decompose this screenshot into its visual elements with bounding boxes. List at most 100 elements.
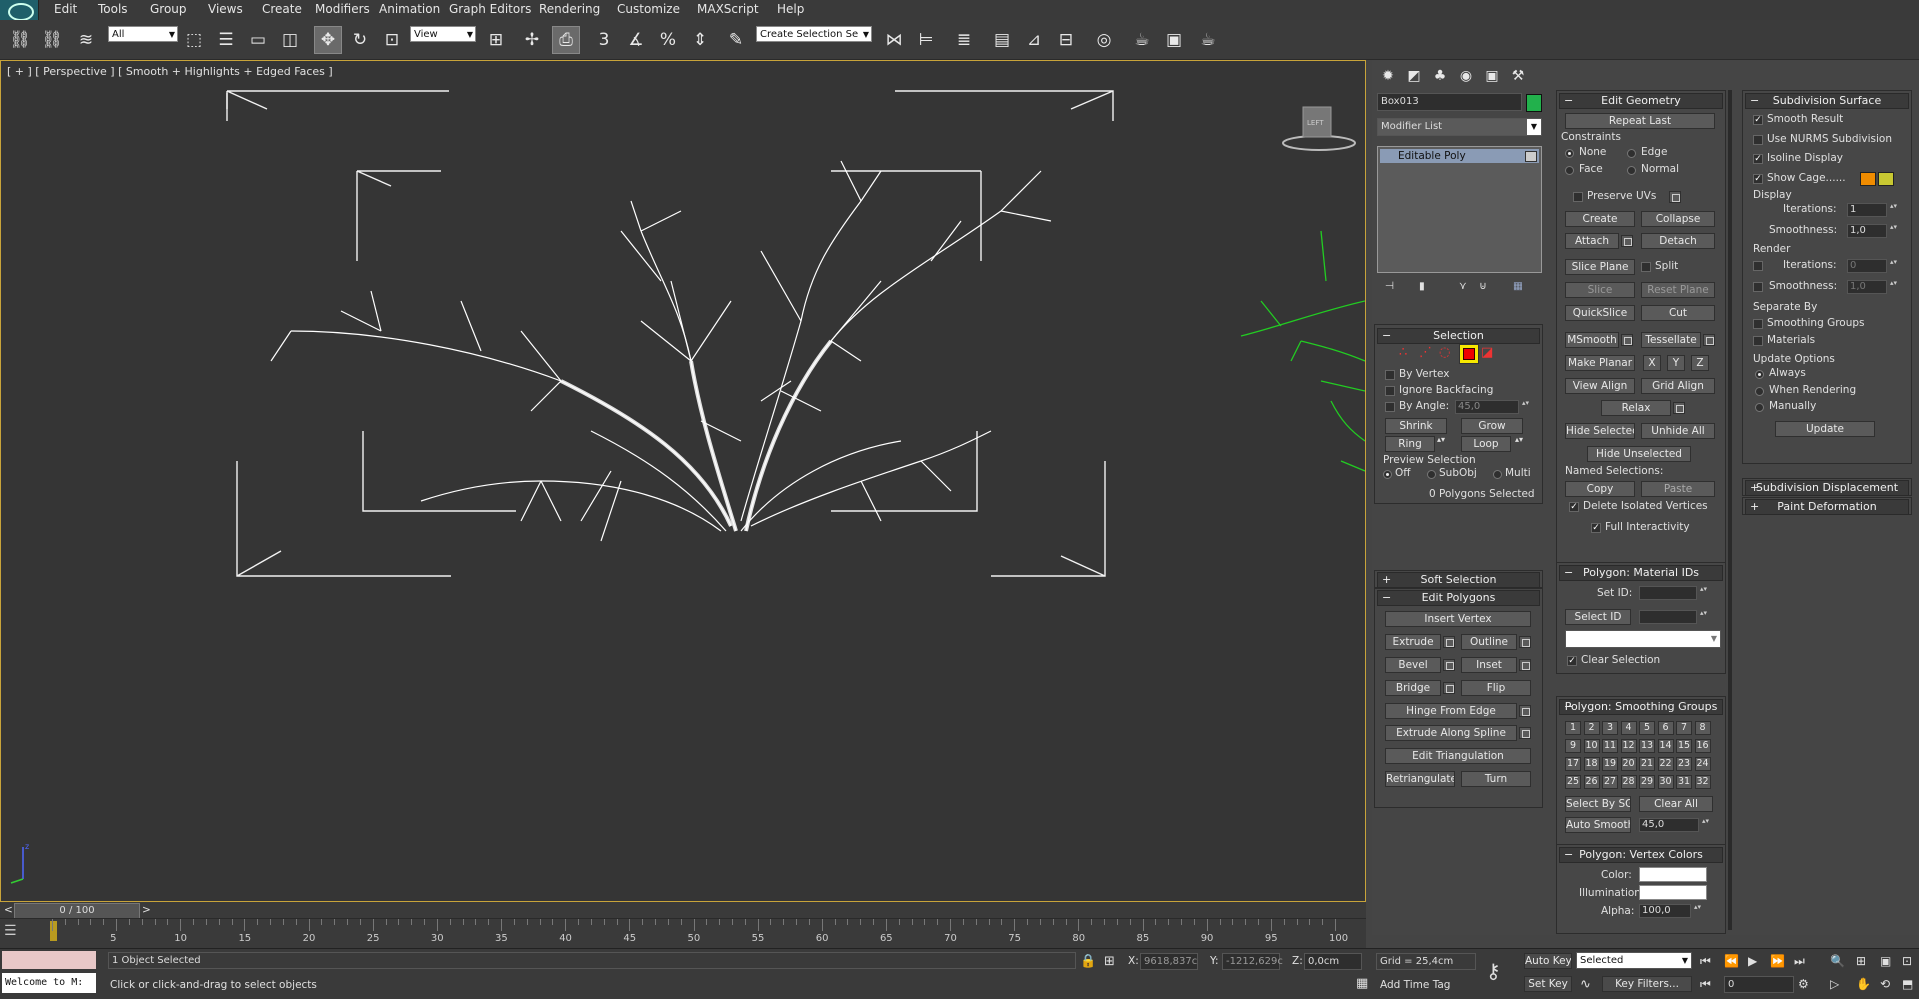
time-tag-icon[interactable]: ▦ <box>1356 976 1368 991</box>
menu-edit[interactable]: Edit <box>54 2 77 16</box>
go-to-end-icon[interactable]: ⏭ <box>1794 954 1805 969</box>
previous-frame-icon[interactable]: ⏪ <box>1724 954 1739 968</box>
select-link-icon[interactable]: ⛓ <box>6 26 34 54</box>
zoom-icon[interactable]: 🔍 <box>1830 954 1845 968</box>
keyboard-shortcut-override-icon[interactable]: ⎙ <box>552 26 580 54</box>
select-by-sg-button[interactable]: Select By SG <box>1565 796 1631 812</box>
modify-tab-icon[interactable]: ◩ <box>1400 62 1428 90</box>
align-icon[interactable]: ⊨ <box>912 26 940 54</box>
insert-vertex-button[interactable]: Insert Vertex <box>1385 611 1531 627</box>
rectangular-selection-icon[interactable]: ▭ <box>244 26 272 54</box>
repeat-last-button[interactable]: Repeat Last <box>1565 113 1715 129</box>
edit-geometry-header[interactable]: − Edit Geometry <box>1559 93 1723 109</box>
select-id-spinner[interactable] <box>1639 610 1708 624</box>
smoothing-group-button[interactable]: 19 <box>1602 757 1618 771</box>
display-iterations-spinner[interactable]: 1 <box>1847 203 1898 217</box>
edge-mode-icon[interactable]: ⋰ <box>1419 345 1432 360</box>
planar-z-button[interactable]: Z <box>1691 355 1709 371</box>
configure-modifier-sets-icon[interactable]: ▦ <box>1513 280 1523 292</box>
z-coordinate-field[interactable]: 0,0cm <box>1304 953 1362 970</box>
hierarchy-tab-icon[interactable]: ♣ <box>1426 62 1454 90</box>
update-always-radio[interactable] <box>1755 370 1764 379</box>
select-scale-icon[interactable]: ⊡ <box>378 26 406 54</box>
snaps-toggle-icon[interactable]: 3 <box>590 26 618 54</box>
cage-selection-color-swatch[interactable] <box>1878 172 1894 186</box>
collapse-button[interactable]: Collapse <box>1641 211 1715 227</box>
menu-customize[interactable]: Customize <box>617 2 680 16</box>
smoothing-group-button[interactable]: 9 <box>1565 739 1581 753</box>
update-when-rendering-radio[interactable] <box>1755 387 1764 396</box>
inset-settings-icon[interactable] <box>1519 659 1531 671</box>
show-cage-checkbox[interactable]: ✓ <box>1753 174 1763 184</box>
select-move-icon[interactable]: ✥ <box>314 26 342 54</box>
unlink-icon[interactable]: ⛓ <box>38 26 66 54</box>
menu-maxscript[interactable]: MAXScript <box>697 2 759 16</box>
by-vertex-checkbox[interactable] <box>1385 370 1395 380</box>
flip-button[interactable]: Flip <box>1461 680 1531 696</box>
spinner-snap-icon[interactable]: ⇕ <box>686 26 714 54</box>
menu-tools[interactable]: Tools <box>98 2 128 16</box>
display-tab-icon[interactable]: ▣ <box>1478 62 1506 90</box>
bridge-settings-icon[interactable] <box>1443 682 1455 694</box>
field-of-view-icon[interactable]: ▷ <box>1830 977 1839 991</box>
select-rotate-icon[interactable]: ↻ <box>346 26 374 54</box>
material-name-dropdown[interactable]: ▼ <box>1565 630 1721 648</box>
time-slider[interactable]: < 0 / 100 > <box>0 902 1366 919</box>
window-crossing-icon[interactable]: ◫ <box>276 26 304 54</box>
constraint-edge-radio[interactable] <box>1627 149 1636 158</box>
turn-button[interactable]: Turn <box>1461 771 1531 787</box>
constraint-normal-radio[interactable] <box>1627 166 1636 175</box>
msmooth-button[interactable]: MSmooth <box>1565 332 1619 348</box>
menu-views[interactable]: Views <box>208 2 243 16</box>
vertex-color-swatch[interactable] <box>1639 867 1707 882</box>
constraint-none-radio[interactable] <box>1565 149 1574 158</box>
orbit-icon[interactable]: ⟲ <box>1880 977 1890 991</box>
mini-curve-editor-icon[interactable]: ☰ <box>4 923 32 943</box>
extrude-settings-icon[interactable] <box>1443 636 1455 648</box>
inset-button[interactable]: Inset <box>1461 657 1517 673</box>
edit-triangulation-button[interactable]: Edit Triangulation <box>1385 748 1531 764</box>
cage-color-swatch[interactable] <box>1860 172 1876 186</box>
preview-off-radio[interactable] <box>1383 470 1392 479</box>
current-frame-field[interactable]: 0 <box>1724 976 1794 993</box>
render-iterations-spinner[interactable]: 0 <box>1847 259 1898 273</box>
select-object-icon[interactable]: ⬚ <box>180 26 208 54</box>
key-filters-button[interactable]: Key Filters... <box>1602 976 1692 992</box>
create-button[interactable]: Create <box>1565 211 1635 227</box>
relax-settings-icon[interactable] <box>1673 402 1685 414</box>
clear-selection-checkbox[interactable]: ✓ <box>1567 656 1577 666</box>
vertex-mode-icon[interactable]: ∴ <box>1399 345 1407 360</box>
slice-plane-button[interactable]: Slice Plane <box>1565 259 1635 275</box>
bevel-settings-icon[interactable] <box>1443 659 1455 671</box>
mirror-icon[interactable]: ⋈ <box>880 26 908 54</box>
panel-scrollbar[interactable] <box>1728 90 1732 930</box>
view-align-button[interactable]: View Align <box>1565 378 1635 394</box>
key-mode-toggle-icon[interactable]: ⏮ <box>1700 977 1711 992</box>
separate-smoothing-groups-checkbox[interactable] <box>1753 319 1763 329</box>
paint-deformation-header[interactable]: + Paint Deformation <box>1745 499 1909 515</box>
smoothing-group-button[interactable]: 31 <box>1676 775 1692 789</box>
play-icon[interactable]: ▶ <box>1748 954 1757 968</box>
curve-editor-icon[interactable]: ⊿ <box>1020 26 1048 54</box>
ring-button[interactable]: Ring <box>1385 436 1435 452</box>
utilities-tab-icon[interactable]: ⚒ <box>1504 62 1532 90</box>
vertex-colors-header[interactable]: − Polygon: Vertex Colors <box>1559 847 1723 863</box>
object-name-field[interactable]: Box013 <box>1377 93 1522 111</box>
smooth-result-checkbox[interactable]: ✓ <box>1753 115 1763 125</box>
ignore-backfacing-checkbox[interactable] <box>1385 386 1395 396</box>
auto-smooth-button[interactable]: Auto Smooth <box>1565 817 1631 833</box>
key-filters-curve-icon[interactable]: ∿ <box>1580 977 1591 992</box>
key-selection-dropdown[interactable]: Selected ▼ <box>1576 952 1692 969</box>
soft-selection-header[interactable]: + Soft Selection <box>1377 572 1540 588</box>
pin-stack-icon[interactable]: ⊣ <box>1385 280 1394 292</box>
make-planar-button[interactable]: Make Planar <box>1565 355 1635 371</box>
maxscript-mini-listener[interactable]: Welcome to M: <box>2 973 96 993</box>
select-id-button[interactable]: Select ID <box>1565 609 1631 625</box>
set-key-button[interactable]: Set Key <box>1524 976 1572 992</box>
maxscript-listener-top[interactable] <box>2 951 96 969</box>
menu-graph-editors[interactable]: Graph Editors <box>449 2 531 16</box>
go-to-start-icon[interactable]: ⏮ <box>1700 954 1711 969</box>
zoom-all-icon[interactable]: ⊞ <box>1856 954 1866 968</box>
render-smoothness-spinner[interactable]: 1,0 <box>1847 280 1898 294</box>
edit-named-selection-icon[interactable]: ✎ <box>722 26 750 54</box>
